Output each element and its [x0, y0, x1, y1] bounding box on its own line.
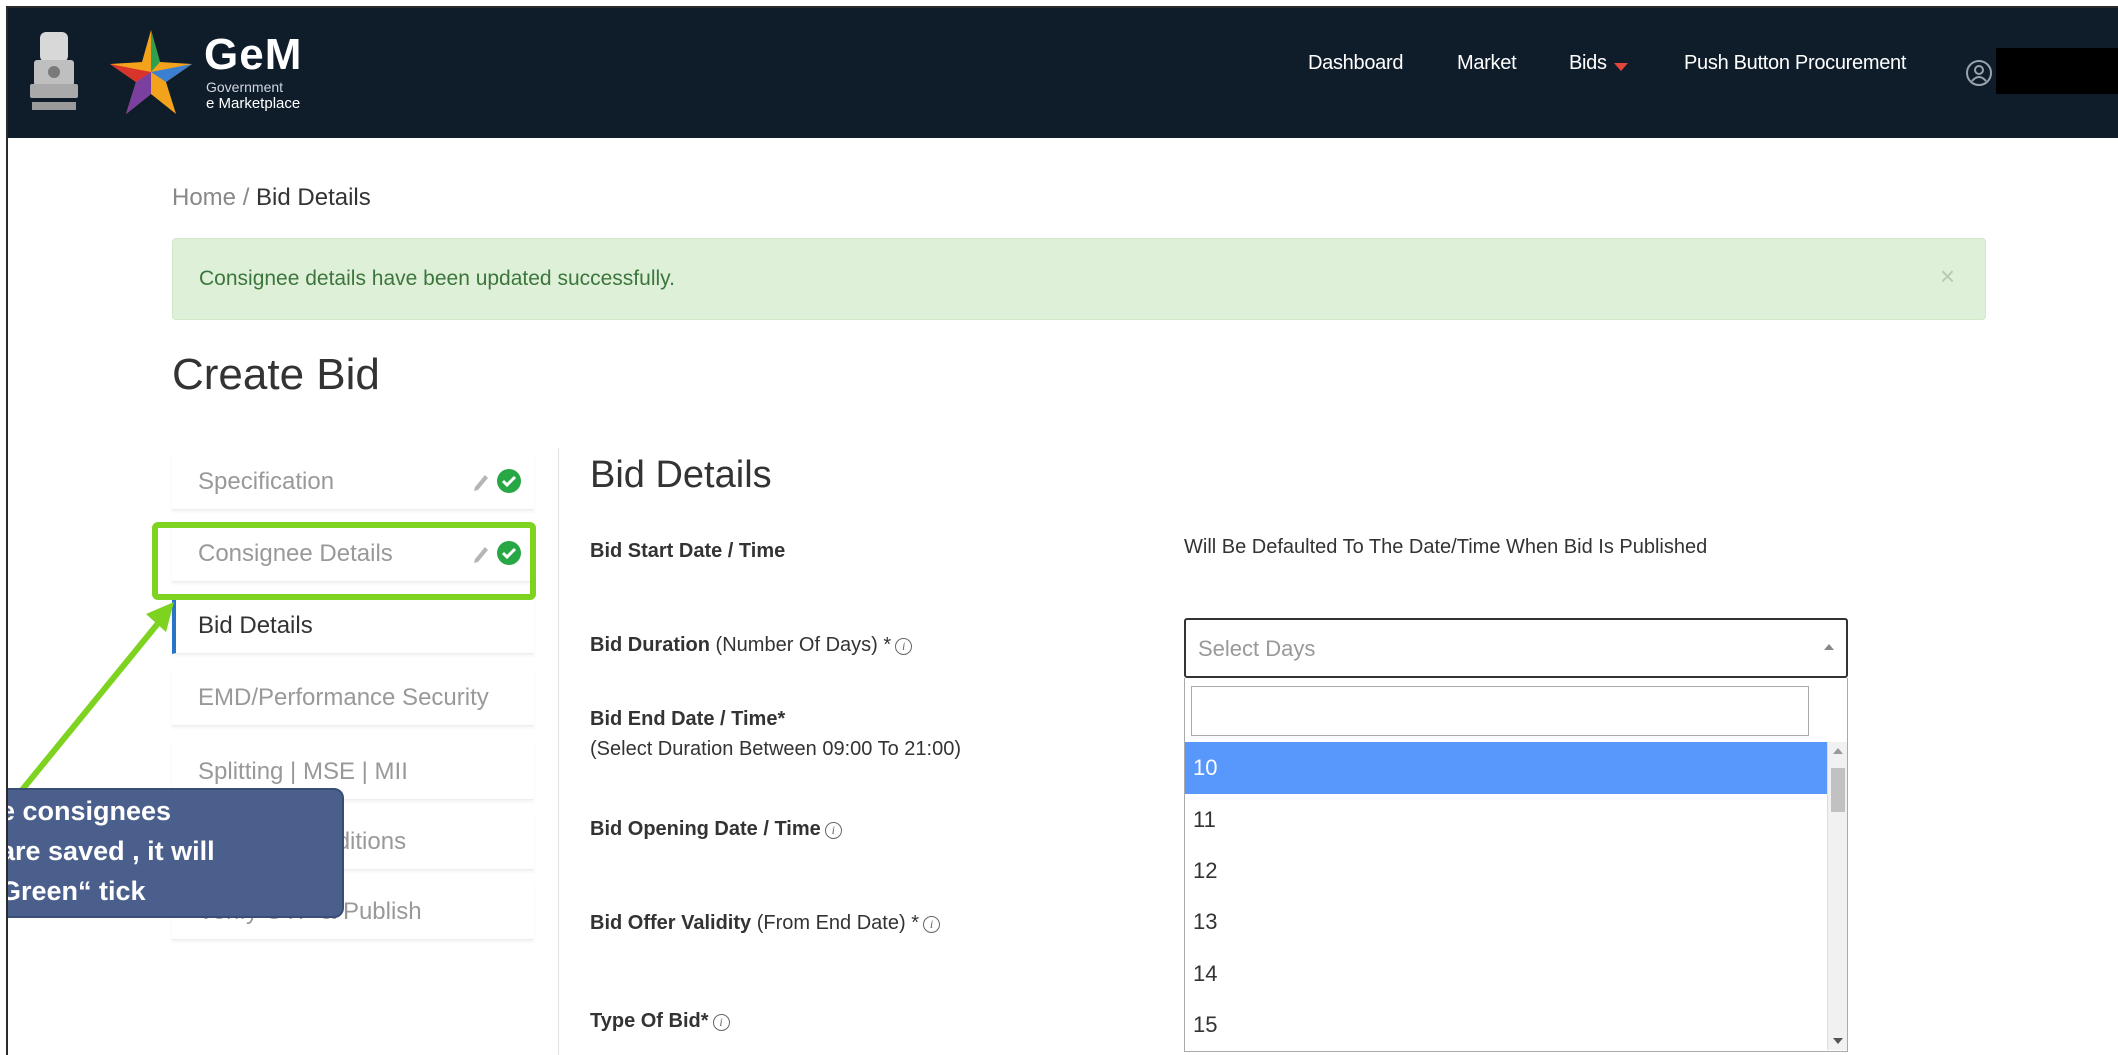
select-placeholder: Select Days: [1198, 636, 1316, 661]
step-label: EMD/Performance Security: [198, 684, 489, 711]
caret-down-icon[interactable]: [1614, 63, 1628, 71]
step-bid-details[interactable]: Bid Details: [172, 596, 534, 654]
breadcrumb-current: Bid Details: [256, 184, 371, 211]
step-specification[interactable]: Specification: [172, 452, 534, 510]
info-icon[interactable]: i: [824, 822, 842, 839]
bid-start-label: Bid Start Date / Time: [590, 540, 785, 563]
scroll-down-icon[interactable]: [1833, 1038, 1843, 1044]
dropdown-option-13[interactable]: 13: [1185, 896, 1827, 948]
user-icon[interactable]: [1964, 58, 1994, 88]
bid-start-value: Will Be Defaulted To The Date/Time When …: [1184, 536, 1708, 558]
bid-offer-validity-rest: (From End Date) *: [751, 912, 919, 934]
annotation-callout: e consignees are saved , it will Green“ …: [6, 788, 344, 918]
dropdown-scrollbar[interactable]: [1827, 742, 1847, 1050]
bid-duration-select[interactable]: Select Days: [1184, 618, 1848, 678]
type-of-bid-label: Type Of Bid* i: [590, 1010, 730, 1033]
redacted-username: [1996, 48, 2118, 94]
step-label: Bid Details: [198, 612, 313, 639]
page-title: Create Bid: [172, 350, 380, 399]
dropdown-option-11[interactable]: 11: [1185, 794, 1827, 846]
dropdown-options-list: 10 11 12 13 14 15: [1185, 742, 1827, 1050]
bid-start-label-text: Bid Start Date / Time: [590, 540, 786, 562]
bid-end-label-text: Bid End Date / Time*: [590, 708, 786, 730]
check-circle-icon: [497, 469, 521, 493]
nav-bids[interactable]: Bids: [1569, 52, 1607, 75]
type-of-bid-label-text: Type Of Bid*: [590, 1010, 709, 1032]
step-emd-performance-security[interactable]: EMD/Performance Security: [172, 668, 534, 726]
brand-subtitle: Government: [206, 79, 284, 95]
alert-message: Consignee details have been updated succ…: [199, 267, 675, 290]
info-icon[interactable]: i: [712, 1014, 730, 1031]
success-alert: Consignee details have been updated succ…: [172, 238, 1986, 320]
nav-dashboard[interactable]: Dashboard: [1308, 52, 1403, 75]
section-title: Bid Details: [590, 454, 772, 496]
dropdown-option-12[interactable]: 12: [1185, 845, 1827, 897]
info-icon[interactable]: i: [895, 638, 913, 655]
bid-duration-label-bold: Bid Duration: [590, 634, 710, 656]
vertical-divider: [558, 448, 559, 1055]
dropdown-option-15[interactable]: 15: [1185, 999, 1827, 1050]
dropdown-option-14[interactable]: 14: [1185, 948, 1827, 1000]
callout-line-1: e consignees: [6, 796, 172, 826]
callout-line-2: are saved , it will: [6, 836, 215, 866]
bid-duration-label: Bid Duration (Number Of Days) * i: [590, 634, 913, 657]
nav-push-button-procurement[interactable]: Push Button Procurement: [1684, 52, 1906, 75]
bid-opening-label-text: Bid Opening Date / Time: [590, 818, 821, 840]
bid-offer-validity-bold: Bid Offer Validity: [590, 912, 752, 934]
bid-duration-label-rest: (Number Of Days) *: [710, 634, 892, 656]
step-label: Splitting | MSE | MII: [198, 758, 408, 785]
breadcrumb: Home / Bid Details: [172, 184, 371, 212]
brand-subtitle-2: e Marketplace: [206, 95, 301, 112]
close-icon[interactable]: ×: [1940, 261, 1955, 292]
nav-market[interactable]: Market: [1457, 52, 1517, 75]
info-icon[interactable]: i: [922, 916, 940, 933]
national-emblem-icon: [30, 32, 78, 110]
pencil-icon[interactable]: [472, 470, 490, 492]
top-navbar: GeM Government e Marketplace Dashboard M…: [8, 8, 2118, 138]
breadcrumb-separator: /: [236, 184, 257, 211]
dropdown-search-input[interactable]: [1191, 686, 1809, 736]
scroll-up-icon[interactable]: [1833, 748, 1843, 754]
brand-title: GeM: [204, 30, 303, 79]
bid-duration-dropdown: 10 11 12 13 14 15: [1184, 678, 1848, 1052]
bid-end-note: (Select Duration Between 09:00 To 21:00): [590, 738, 961, 760]
browser-viewport: GeM Government e Marketplace Dashboard M…: [6, 6, 2118, 1055]
annotation-highlight-box: [152, 522, 536, 600]
scrollbar-thumb[interactable]: [1831, 768, 1845, 812]
step-label: Specification: [198, 468, 335, 495]
breadcrumb-home[interactable]: Home: [172, 184, 236, 211]
bid-end-label: Bid End Date / Time*: [590, 708, 785, 731]
callout-line-3: Green“ tick: [6, 876, 146, 906]
bid-opening-label: Bid Opening Date / Time i: [590, 818, 842, 841]
bid-offer-validity-label: Bid Offer Validity (From End Date) * i: [590, 912, 940, 935]
dropdown-option-10[interactable]: 10: [1185, 742, 1827, 794]
gem-star-logo: [110, 30, 192, 114]
chevron-up-icon: [1824, 644, 1834, 650]
